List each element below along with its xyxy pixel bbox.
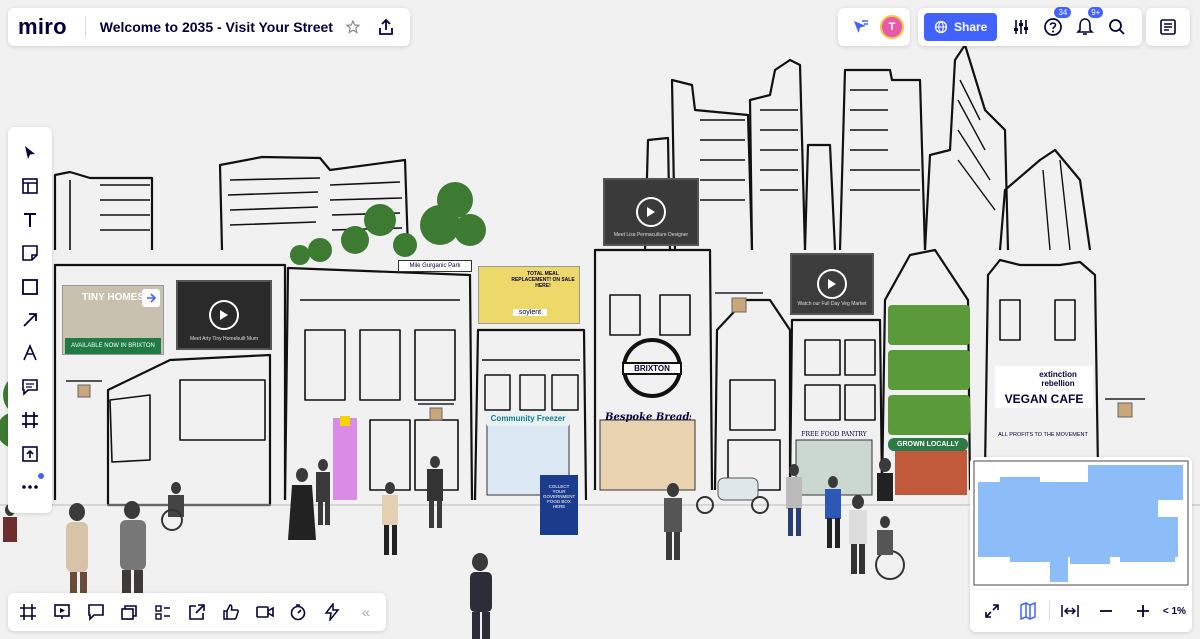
play-icon[interactable]	[817, 269, 847, 299]
orgamic-park-sign: Mile Gurganic Park	[398, 260, 472, 272]
map-icon[interactable]	[1012, 595, 1044, 627]
community-freezer-sign: Community Freezer	[487, 412, 569, 426]
board-title[interactable]: Welcome to 2035 - Visit Your Street	[100, 19, 333, 35]
play-icon[interactable]	[209, 300, 239, 330]
zoom-out-icon[interactable]	[1090, 595, 1122, 627]
text-icon[interactable]	[14, 204, 46, 236]
globe-icon	[934, 20, 948, 34]
search-icon[interactable]	[1101, 11, 1133, 43]
brixton-sign: BRIXTON	[622, 362, 682, 375]
board-menu-panel	[1146, 8, 1190, 46]
export-icon[interactable]	[371, 11, 400, 43]
notifications-icon[interactable]: 9+	[1069, 7, 1104, 43]
arrow-icon[interactable]	[14, 304, 46, 336]
zoom-in-icon[interactable]	[1127, 595, 1159, 627]
pen-icon[interactable]	[14, 337, 46, 369]
bespoke-breads-sign: Bespoke Breads	[605, 412, 691, 423]
fit-to-screen-icon[interactable]	[976, 595, 1008, 627]
share-screen-icon[interactable]	[181, 596, 213, 628]
video-caption: Meet Arty Tiny Homebuilt Mum	[189, 336, 259, 342]
comments-icon[interactable]	[80, 596, 112, 628]
list-icon[interactable]	[147, 596, 179, 628]
bottom-toolbar: «	[8, 593, 386, 631]
zoom-controls: < 1%	[970, 590, 1192, 632]
board-header: miro Welcome to 2035 - Visit Your Street	[8, 8, 410, 46]
vegan-cafe-title: VEGAN CAFE	[1004, 392, 1084, 406]
follow-icon[interactable]	[844, 11, 876, 43]
presentation-icon[interactable]	[46, 596, 78, 628]
voting-icon[interactable]	[316, 596, 348, 628]
free-food-pantry-sign: FREE FOOD PANTRY	[801, 431, 867, 438]
link-arrow-icon[interactable]	[142, 289, 160, 307]
divider	[84, 16, 86, 38]
tiny-homes-subtitle: AVAILABLE NOW IN BRIXTON	[65, 338, 161, 354]
zoom-level[interactable]: < 1%	[1163, 606, 1186, 617]
comment-icon[interactable]	[14, 371, 46, 403]
soylent-billboard[interactable]: TOTAL MEAL REPLACEMENT! ON SALE HERE! so…	[478, 266, 580, 324]
grown-locally-sign: GROWN LOCALLY	[888, 438, 968, 451]
help-icon[interactable]: 34	[1037, 7, 1072, 43]
cards-icon[interactable]	[113, 596, 145, 628]
template-icon[interactable]	[14, 170, 46, 202]
minimap[interactable]	[970, 457, 1192, 590]
board-actions: Share 34 9+	[918, 7, 1142, 46]
cursor-icon[interactable]	[14, 137, 46, 169]
food-box-text: COLLECT YOUR GOVERNMENT FOOD BOX HERE	[543, 484, 575, 509]
video-caption: Meet Lisa Permaculture Designer	[613, 232, 689, 238]
timer-icon[interactable]	[282, 596, 314, 628]
frame-icon[interactable]	[14, 404, 46, 436]
video-embed[interactable]: Watch our Full Day Veg Market	[790, 253, 874, 315]
soylent-brand: soylent	[513, 309, 547, 316]
video-embed[interactable]: Meet Lisa Permaculture Designer	[603, 178, 699, 246]
video-call-icon[interactable]	[249, 596, 281, 628]
miro-logo[interactable]: miro	[18, 14, 67, 40]
reactions-icon[interactable]	[215, 596, 247, 628]
left-toolbar	[8, 127, 52, 513]
divider	[1048, 601, 1050, 621]
share-label: Share	[954, 20, 988, 34]
video-caption: Watch our Full Day Veg Market	[797, 301, 867, 307]
sticky-note-icon[interactable]	[14, 237, 46, 269]
collapse-toolbar-button[interactable]: «	[350, 596, 382, 628]
food-box-sign: COLLECT YOUR GOVERNMENT FOOD BOX HERE	[540, 476, 578, 536]
notifications-badge: 9+	[1088, 7, 1104, 18]
fit-width-icon[interactable]	[1054, 595, 1086, 627]
avatar-initial: T	[888, 21, 896, 33]
square-icon[interactable]	[14, 271, 46, 303]
star-icon[interactable]	[339, 11, 368, 43]
all-profits-sign: ALL PROFITS TO THE MOVEMENT	[998, 432, 1088, 438]
more-indicator-dot	[38, 472, 44, 479]
frames-icon[interactable]	[12, 596, 44, 628]
soylent-headline: TOTAL MEAL REPLACEMENT! ON SALE HERE!	[511, 271, 575, 289]
extinction-rebellion-logo: extinction rebellion	[1039, 370, 1077, 388]
share-button[interactable]: Share	[924, 13, 998, 41]
avatar[interactable]: T	[880, 15, 904, 39]
settings-sliders-icon[interactable]	[1005, 11, 1037, 43]
vegan-cafe-sign: extinction rebellion VEGAN CAFE	[995, 366, 1093, 408]
minimap-overview	[973, 460, 1189, 586]
video-embed[interactable]: Meet Arty Tiny Homebuilt Mum	[176, 280, 272, 350]
play-icon[interactable]	[636, 197, 666, 227]
collaboration-panel: T	[838, 8, 910, 46]
upload-icon[interactable]	[14, 438, 46, 470]
collapse-label: «	[362, 604, 370, 620]
board-menu-icon[interactable]	[1152, 11, 1184, 43]
more-icon[interactable]	[14, 471, 46, 503]
